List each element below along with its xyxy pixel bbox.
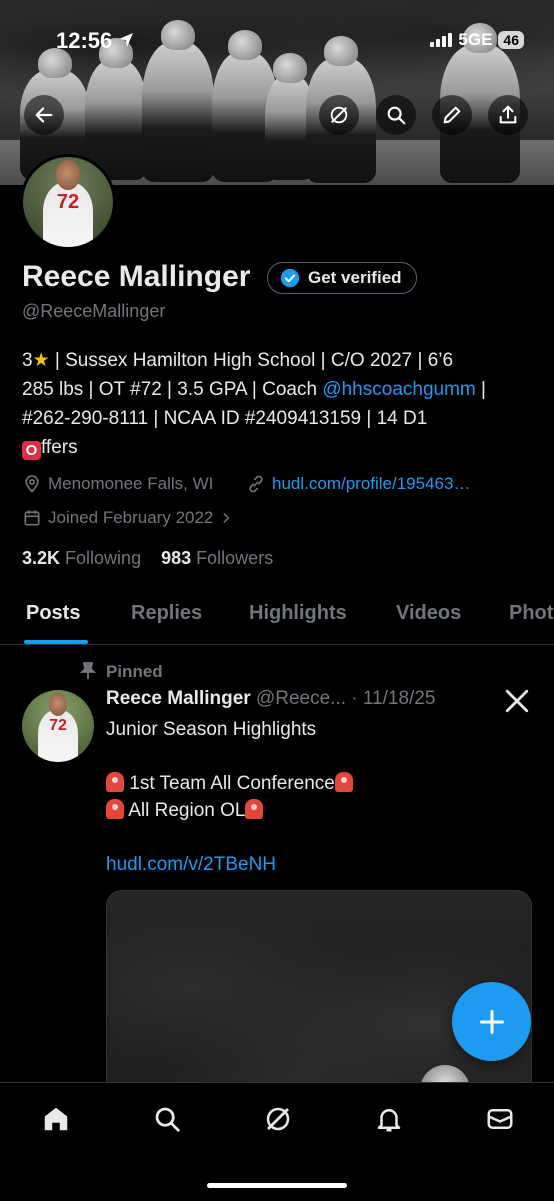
profile-website[interactable]: hudl.com/profile/195463… [246, 474, 470, 494]
rotating-light-icon [334, 772, 353, 792]
tab-photos[interactable]: Phot [509, 602, 553, 625]
profile-avatar[interactable]: 72 [20, 154, 116, 250]
bio-separator: | [475, 379, 486, 400]
profile-tabs: Posts Replies Highlights Videos Phot [0, 592, 554, 645]
joined-text: Joined February 2022 [48, 508, 214, 527]
followers-label: Followers [196, 548, 274, 568]
banner-player [142, 20, 214, 182]
search-button[interactable] [376, 95, 416, 135]
tab-highlights[interactable]: Highlights [249, 602, 347, 625]
avatar-jersey-number: 72 [56, 191, 80, 214]
avatar-jersey-number: 72 [49, 717, 67, 735]
bio-stats: 285 lbs | OT #72 | 3.5 GPA | Coach [22, 379, 323, 400]
signal-icon [430, 33, 453, 47]
get-verified-label: Get verified [308, 268, 402, 287]
profile-bio: 3★ | Sussex Hamilton High School | C/O 2… [22, 346, 532, 462]
bio-offers: ffers [41, 437, 78, 458]
following-label: Following [65, 548, 142, 568]
post-separator: · [346, 688, 363, 709]
post-link[interactable]: hudl.com/v/2TBeNH [106, 851, 353, 878]
messages-icon [487, 1109, 513, 1129]
rotating-light-icon [106, 799, 124, 819]
back-arrow-icon [35, 107, 53, 123]
tab-posts[interactable]: Posts [26, 602, 80, 625]
website-link[interactable]: hudl.com/profile/195463… [272, 474, 470, 494]
profile-name: Reece Mallinger [22, 260, 251, 293]
followers-stat[interactable]: 983 Followers [161, 548, 273, 568]
profile-location: Menomonee Falls, WI [22, 474, 213, 494]
calendar-icon [24, 510, 40, 526]
edit-button[interactable] [432, 95, 472, 135]
share-button[interactable] [488, 95, 528, 135]
star-icon: ★ [32, 350, 50, 371]
nav-notifications[interactable] [373, 1103, 405, 1135]
post-author[interactable]: Reece Mallinger [106, 688, 251, 709]
status-time: 12:56 [56, 28, 134, 54]
grok-button[interactable] [319, 95, 359, 135]
bio-star-count: 3 [22, 350, 33, 371]
notifications-icon [377, 1109, 401, 1132]
status-right: 5GE 46 [430, 30, 524, 50]
home-icon [44, 1107, 68, 1131]
nav-home[interactable] [40, 1103, 72, 1135]
link-icon [249, 475, 263, 493]
share-icon [499, 105, 517, 124]
location-text: Menomonee Falls, WI [48, 474, 214, 493]
follow-stats: 3.2K Following 983 Followers [22, 548, 273, 569]
tab-replies[interactable]: Replies [131, 602, 202, 625]
search-icon [387, 106, 406, 125]
bio-line-2: 285 lbs | OT #72 | 3.5 GPA | Coach @hhsc… [22, 375, 532, 404]
nav-messages[interactable] [484, 1103, 516, 1135]
rotating-light-icon [245, 799, 264, 819]
post-handle: @Reece... [255, 688, 346, 709]
verified-badge-icon [280, 268, 300, 288]
edit-icon [443, 106, 461, 124]
pin-icon [79, 662, 97, 685]
network-label: 5GE [458, 30, 493, 49]
nav-grok[interactable] [262, 1103, 294, 1135]
get-verified-button[interactable]: Get verified [267, 262, 417, 294]
home-indicator[interactable] [207, 1183, 347, 1188]
post-line-3: All Region OL [106, 797, 353, 824]
post-avatar[interactable]: 72 [22, 690, 94, 762]
post-body: Junior Season Highlights 1st Team All Co… [106, 716, 353, 878]
bio-line-1: 3★ | Sussex Hamilton High School | C/O 2… [22, 346, 532, 375]
plus-icon [479, 1009, 504, 1034]
following-count: 3.2K [22, 548, 61, 568]
coach-mention-link[interactable]: @hhscoachgumm [322, 379, 475, 400]
active-tab-indicator [24, 640, 88, 644]
battery-icon: 46 [498, 31, 524, 49]
x-logo-icon[interactable] [504, 688, 530, 719]
back-button[interactable] [24, 95, 64, 135]
post-header: Reece Mallinger @Reece... · 11/18/25 [106, 688, 435, 710]
grok-icon [330, 106, 348, 124]
bio-contact: #262-290-8111 | NCAA ID #2409413159 | 14… [22, 408, 428, 429]
location-icon [25, 475, 39, 493]
o-button-emoji-icon: O [22, 441, 41, 460]
location-arrow-icon [119, 33, 134, 47]
pinned-label: Pinned [106, 662, 163, 681]
bio-line-3: #262-290-8111 | NCAA ID #2409413159 | 14… [22, 404, 532, 433]
explore-icon [155, 1107, 180, 1132]
post-line-2: 1st Team All Conference [106, 770, 353, 797]
compose-button[interactable] [452, 982, 531, 1061]
nav-explore[interactable] [151, 1103, 183, 1135]
chevron-right-icon [223, 513, 230, 523]
post-line-1: Junior Season Highlights [106, 719, 317, 740]
post-date: 11/18/25 [362, 688, 436, 709]
followers-count: 983 [161, 548, 192, 568]
profile-joined[interactable]: Joined February 2022 [22, 508, 233, 528]
profile-handle: @ReeceMallinger [22, 301, 166, 321]
following-stat[interactable]: 3.2K Following [22, 548, 141, 568]
tab-videos[interactable]: Videos [396, 602, 461, 625]
rotating-light-icon [106, 772, 124, 792]
bio-line-4: Offers [22, 433, 532, 462]
bio-school: | Sussex Hamilton High School | C/O 2027… [49, 350, 454, 371]
grok-nav-icon [266, 1107, 290, 1131]
